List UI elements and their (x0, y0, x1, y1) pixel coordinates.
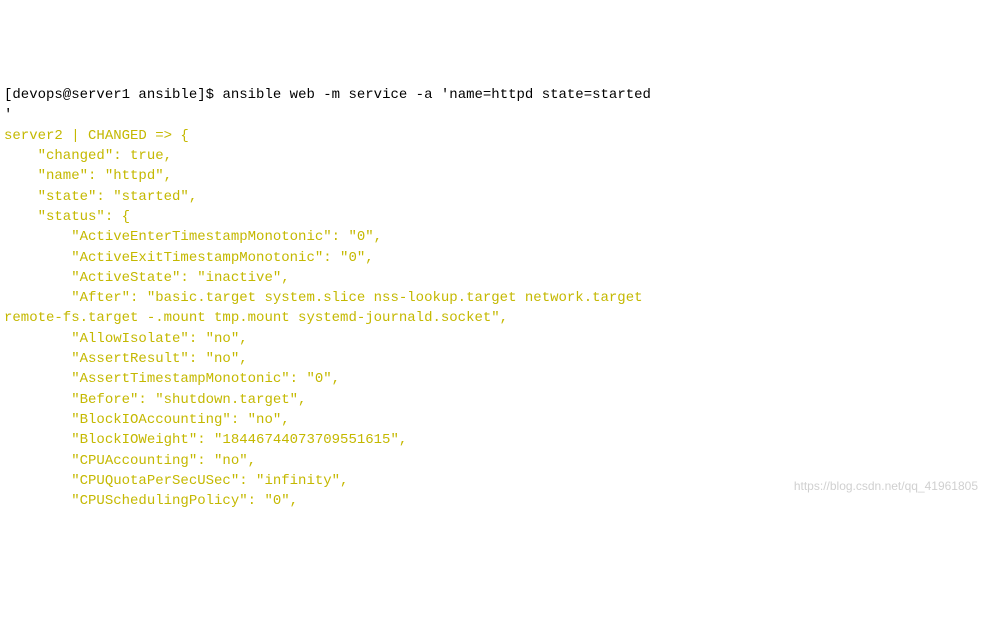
ansible-output-line: "ActiveEnterTimestampMonotonic": "0", (4, 229, 382, 245)
ansible-output-line: "AssertTimestampMonotonic": "0", (4, 371, 340, 387)
ansible-output-line: "CPUAccounting": "no", (4, 453, 256, 469)
ansible-output-line: "AssertResult": "no", (4, 351, 248, 367)
watermark-text: https://blog.csdn.net/qq_41961805 (794, 478, 978, 495)
prompt-user-host: [devops@server1 ansible]$ (4, 87, 214, 103)
ansible-output-line: "BlockIOAccounting": "no", (4, 412, 290, 428)
shell-prompt: [devops@server1 ansible]$ ansible web -m… (4, 87, 651, 123)
ansible-output-line: "BlockIOWeight": "18446744073709551615", (4, 432, 407, 448)
ansible-output-line: "status": { (4, 209, 130, 225)
ansible-output-line: "changed": true, (4, 148, 172, 164)
ansible-output-header: server2 | CHANGED => { (4, 128, 189, 144)
ansible-output-line: "Before": "shutdown.target", (4, 392, 306, 408)
ansible-output-line: "CPUQuotaPerSecUSec": "infinity", (4, 473, 348, 489)
ansible-output-line: "After": "basic.target system.slice nss-… (4, 290, 643, 326)
ansible-output-line: "CPUSchedulingPolicy": "0", (4, 493, 298, 509)
ansible-output-line: "AllowIsolate": "no", (4, 331, 248, 347)
ansible-output-line: "state": "started", (4, 189, 197, 205)
ansible-output-line: "ActiveState": "inactive", (4, 270, 290, 286)
ansible-output-line: "ActiveExitTimestampMonotonic": "0", (4, 250, 374, 266)
ansible-output-line: "name": "httpd", (4, 168, 172, 184)
